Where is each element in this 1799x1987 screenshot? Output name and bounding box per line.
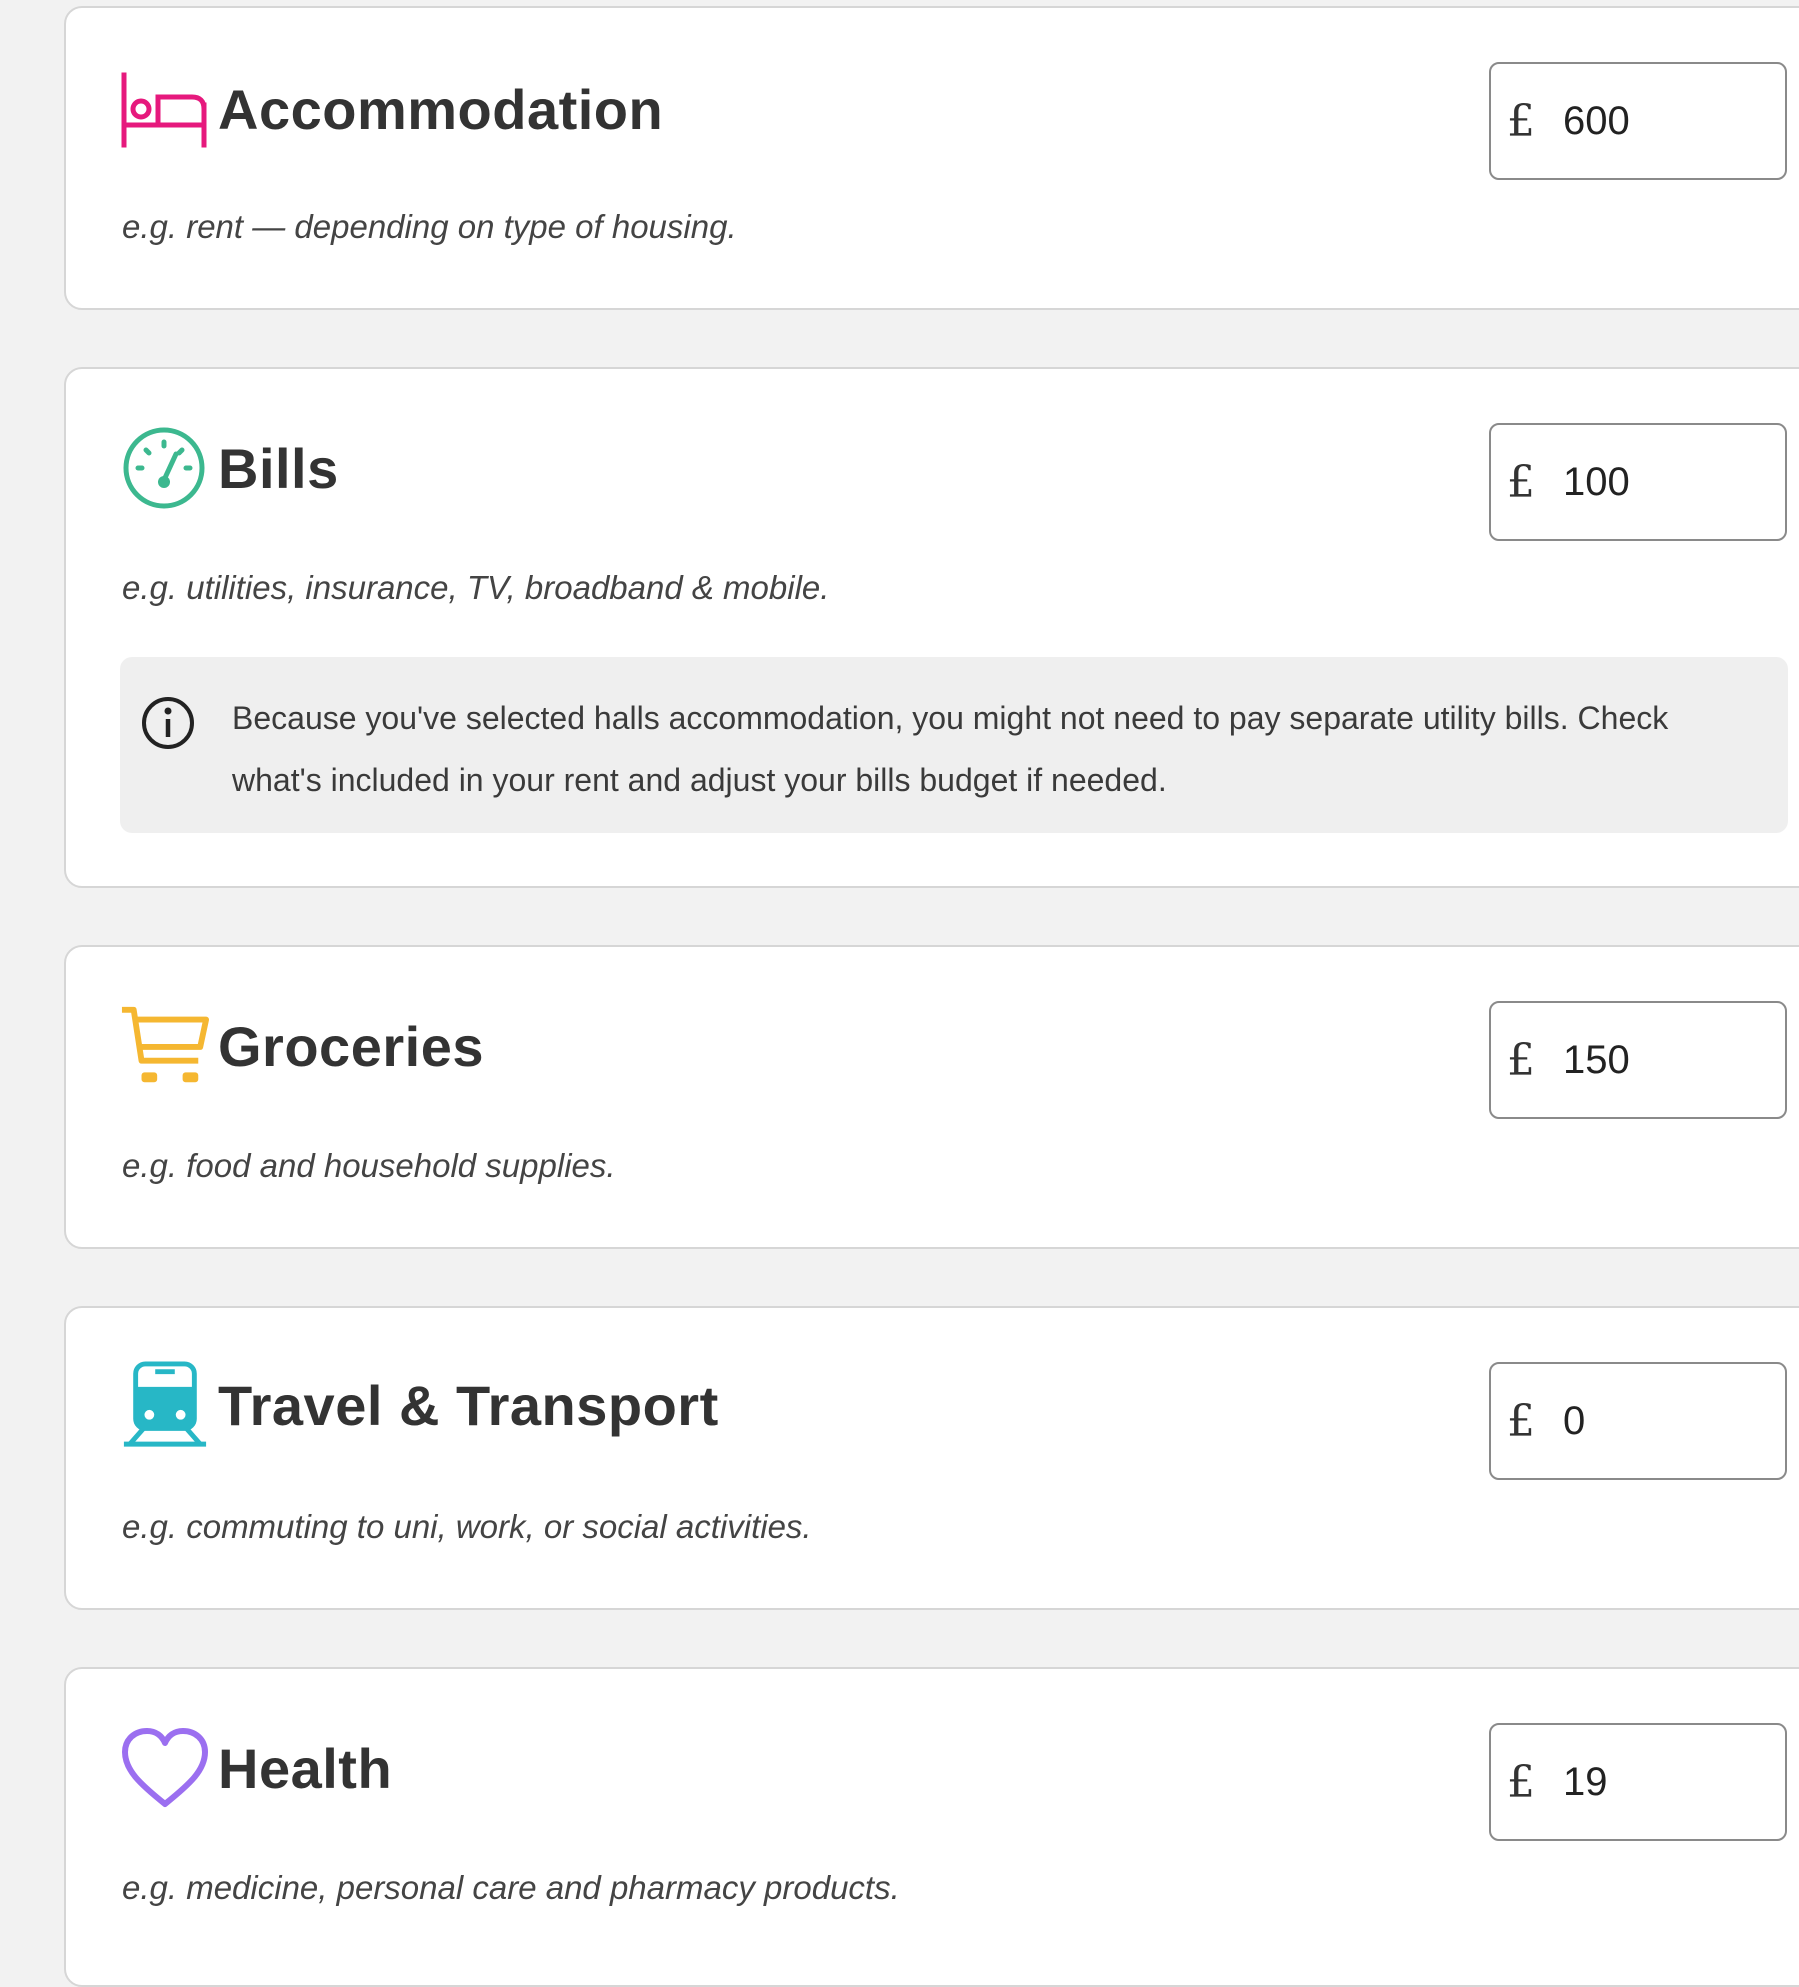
amount-field[interactable]: £ [1489,1723,1787,1841]
info-text: Because you've selected halls accommodat… [232,700,1669,798]
category-card-accommodation: Accommodation £ e.g. rent — depending on… [64,6,1799,310]
category-title: Bills [218,436,339,500]
category-description: e.g. rent — depending on type of housing… [122,208,737,245]
currency-symbol: £ [1507,456,1535,508]
category-card-groceries: Groceries £ e.g. food and household supp… [64,945,1799,1249]
category-title: Accommodation [218,77,664,141]
category-card-bills: Bills £ e.g. utilities, insurance, TV, b… [64,367,1799,888]
amount-input[interactable] [1563,1037,1763,1083]
category-description: e.g. medicine, personal care and pharmac… [122,1869,900,1906]
info-icon [140,695,196,751]
amount-input[interactable] [1563,1759,1763,1805]
currency-symbol: £ [1507,1756,1535,1808]
category-description: e.g. commuting to uni, work, or social a… [122,1508,812,1545]
amount-input[interactable] [1563,459,1763,505]
category-title: Travel & Transport [218,1373,719,1437]
category-title: Groceries [218,1014,484,1078]
amount-field[interactable]: £ [1489,1362,1787,1480]
amount-field[interactable]: £ [1489,62,1787,180]
category-card-health: Health £ e.g. medicine, personal care an… [64,1667,1799,1987]
category-description: e.g. food and household supplies. [122,1147,616,1184]
amount-field[interactable]: £ [1489,423,1787,541]
category-description: e.g. utilities, insurance, TV, broadband… [122,569,830,606]
category-card-travel: Travel & Transport £ e.g. commuting to u… [64,1306,1799,1610]
info-notice: Because you've selected halls accommodat… [120,657,1788,833]
category-header: Bills [120,423,339,513]
category-header: Travel & Transport [120,1360,719,1450]
currency-symbol: £ [1507,1395,1535,1447]
shopping-cart-icon [120,1001,210,1091]
amount-field[interactable]: £ [1489,1001,1787,1119]
gauge-icon [120,423,210,513]
currency-symbol: £ [1507,95,1535,147]
bed-icon [120,64,210,154]
category-title: Health [218,1736,393,1800]
heart-icon [120,1723,210,1813]
category-header: Groceries [120,1001,484,1091]
category-header: Accommodation [120,64,663,154]
amount-input[interactable] [1563,98,1763,144]
category-header: Health [120,1723,392,1813]
amount-input[interactable] [1563,1398,1763,1444]
currency-symbol: £ [1507,1034,1535,1086]
train-icon [120,1360,210,1450]
